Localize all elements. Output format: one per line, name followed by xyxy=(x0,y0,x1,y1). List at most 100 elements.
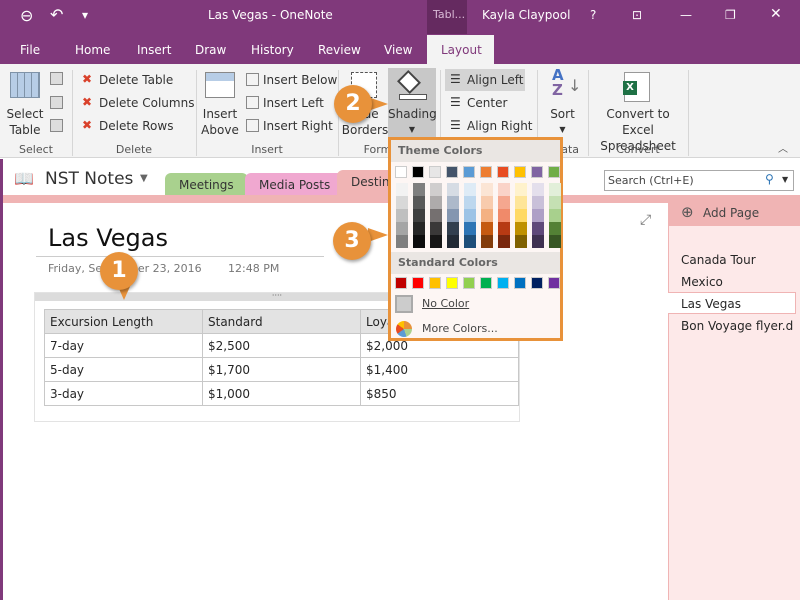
theme-shade-swatch[interactable] xyxy=(515,235,527,248)
table-cell[interactable]: $1,700 xyxy=(202,357,361,382)
page-title[interactable]: Las Vegas xyxy=(48,224,168,252)
section-tab-meetings[interactable]: Meetings xyxy=(165,173,248,197)
theme-shade-swatch[interactable] xyxy=(481,222,493,235)
theme-shade-swatch[interactable] xyxy=(515,209,527,222)
theme-shade-swatch[interactable] xyxy=(481,183,493,196)
tab-layout[interactable]: Layout xyxy=(427,35,494,64)
notebook-dropdown-icon[interactable]: ▼ xyxy=(140,173,148,184)
table-cell[interactable]: 5-day xyxy=(44,357,203,382)
theme-shade-swatch[interactable] xyxy=(515,222,527,235)
theme-color-swatch[interactable] xyxy=(497,166,509,178)
theme-color-swatch[interactable] xyxy=(514,166,526,178)
select-column-icon[interactable] xyxy=(50,72,63,85)
table-header-cell[interactable]: Excursion Length xyxy=(44,309,203,334)
theme-shade-swatch[interactable] xyxy=(481,209,493,222)
sort-button[interactable]: Sort xyxy=(540,106,585,122)
theme-shade-swatch[interactable] xyxy=(447,209,459,222)
standard-color-swatch[interactable] xyxy=(463,277,475,289)
insert-right-button[interactable]: Insert Right xyxy=(263,119,333,133)
delete-columns-button[interactable]: Delete Columns xyxy=(99,96,194,110)
tab-draw[interactable]: Draw xyxy=(195,43,226,57)
align-right-button[interactable]: Align Right xyxy=(467,119,533,133)
theme-shade-swatch[interactable] xyxy=(498,235,510,248)
shading-button[interactable]: Shading ▼ xyxy=(388,68,437,140)
theme-color-swatch[interactable] xyxy=(429,166,441,178)
theme-shade-swatch[interactable] xyxy=(498,209,510,222)
standard-color-swatch[interactable] xyxy=(480,277,492,289)
tab-insert[interactable]: Insert xyxy=(137,43,171,57)
user-name[interactable]: Kayla Claypool xyxy=(482,8,570,22)
table-cell[interactable]: $1,000 xyxy=(202,381,361,406)
theme-shade-swatch[interactable] xyxy=(532,222,544,235)
theme-shade-swatch[interactable] xyxy=(396,222,408,235)
tab-review[interactable]: Review xyxy=(318,43,361,57)
theme-shade-swatch[interactable] xyxy=(396,235,408,248)
theme-shade-swatch[interactable] xyxy=(430,222,442,235)
delete-rows-button[interactable]: Delete Rows xyxy=(99,119,173,133)
theme-shade-swatch[interactable] xyxy=(464,183,476,196)
select-table-button[interactable]: Select Table xyxy=(4,106,46,138)
page-item-mexico[interactable]: Mexico xyxy=(681,275,723,289)
no-color-option[interactable]: No Color xyxy=(391,293,560,315)
theme-shade-swatch[interactable] xyxy=(498,196,510,209)
theme-shade-swatch[interactable] xyxy=(464,222,476,235)
theme-shade-swatch[interactable] xyxy=(396,196,408,209)
theme-shade-swatch[interactable] xyxy=(481,196,493,209)
theme-shade-swatch[interactable] xyxy=(396,209,408,222)
theme-color-swatch[interactable] xyxy=(446,166,458,178)
customize-qat-icon[interactable]: ▾ xyxy=(82,8,88,22)
delete-table-button[interactable]: Delete Table xyxy=(99,73,173,87)
expand-page-icon[interactable]: ⤢ xyxy=(640,212,651,228)
help-button[interactable]: ? xyxy=(590,8,596,22)
table-cell[interactable]: $850 xyxy=(360,381,519,406)
theme-shade-swatch[interactable] xyxy=(532,196,544,209)
tab-file[interactable]: File xyxy=(20,43,40,57)
theme-shade-swatch[interactable] xyxy=(532,235,544,248)
close-button[interactable]: ✕ xyxy=(770,6,782,22)
insert-above-button[interactable]: Insert Above xyxy=(198,106,242,138)
search-scope-dropdown-icon[interactable]: ▼ xyxy=(782,175,788,184)
theme-shade-swatch[interactable] xyxy=(447,235,459,248)
theme-shade-swatch[interactable] xyxy=(413,235,425,248)
notebook-name[interactable]: NST Notes xyxy=(45,169,133,189)
insert-left-button[interactable]: Insert Left xyxy=(263,96,324,110)
theme-color-swatch[interactable] xyxy=(412,166,424,178)
theme-shade-swatch[interactable] xyxy=(413,209,425,222)
theme-shade-swatch[interactable] xyxy=(515,183,527,196)
theme-shade-swatch[interactable] xyxy=(464,209,476,222)
table-cell[interactable]: $2,500 xyxy=(202,333,361,358)
theme-shade-swatch[interactable] xyxy=(430,196,442,209)
standard-color-swatch[interactable] xyxy=(395,277,407,289)
theme-shade-swatch[interactable] xyxy=(430,235,442,248)
select-cell-icon[interactable] xyxy=(50,119,63,132)
theme-shade-swatch[interactable] xyxy=(481,235,493,248)
theme-shade-swatch[interactable] xyxy=(413,222,425,235)
theme-shade-swatch[interactable] xyxy=(396,183,408,196)
tab-home[interactable]: Home xyxy=(75,43,110,57)
standard-color-swatch[interactable] xyxy=(429,277,441,289)
theme-shade-swatch[interactable] xyxy=(532,183,544,196)
theme-shade-swatch[interactable] xyxy=(464,235,476,248)
standard-color-swatch[interactable] xyxy=(446,277,458,289)
section-tab-media-posts[interactable]: Media Posts xyxy=(245,173,345,197)
theme-shade-swatch[interactable] xyxy=(447,196,459,209)
theme-color-swatch[interactable] xyxy=(463,166,475,178)
theme-shade-swatch[interactable] xyxy=(430,183,442,196)
ribbon-display-icon[interactable]: ⊡ xyxy=(632,8,642,22)
back-icon[interactable]: ⊖ xyxy=(20,6,33,25)
theme-shade-swatch[interactable] xyxy=(447,222,459,235)
restore-button[interactable]: ❐ xyxy=(725,8,736,22)
theme-shade-swatch[interactable] xyxy=(447,183,459,196)
table-cell[interactable]: $1,400 xyxy=(360,357,519,382)
theme-shade-swatch[interactable] xyxy=(515,196,527,209)
theme-shade-swatch[interactable] xyxy=(498,183,510,196)
theme-shade-swatch[interactable] xyxy=(413,183,425,196)
more-colors-option[interactable]: More Colors... xyxy=(391,317,560,339)
standard-color-swatch[interactable] xyxy=(548,277,560,289)
table-header-cell[interactable]: Standard xyxy=(202,309,361,334)
page-item-bon-voyage[interactable]: Bon Voyage flyer.d xyxy=(681,319,793,333)
theme-color-swatch[interactable] xyxy=(395,166,407,178)
theme-shade-swatch[interactable] xyxy=(549,222,561,235)
theme-shade-swatch[interactable] xyxy=(532,209,544,222)
theme-color-swatch[interactable] xyxy=(531,166,543,178)
